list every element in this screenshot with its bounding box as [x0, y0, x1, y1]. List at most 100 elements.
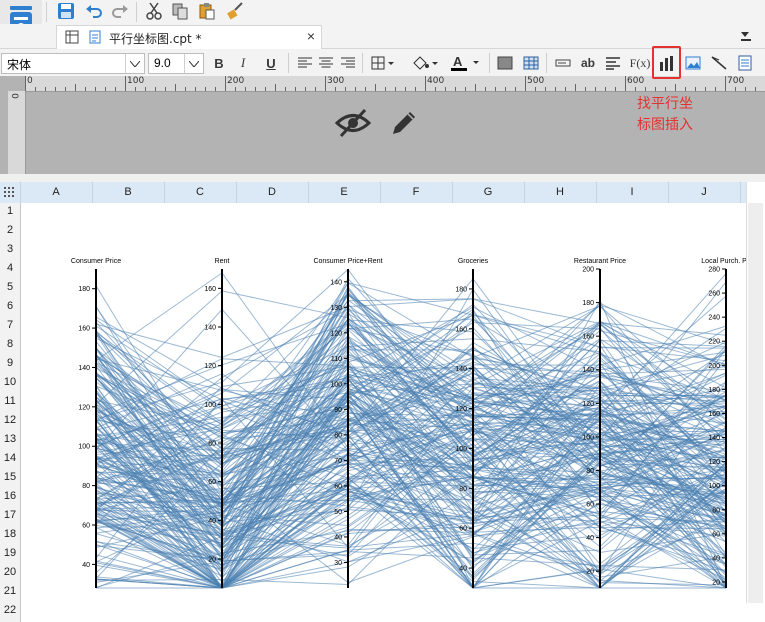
underline-button[interactable]: U [261, 53, 281, 73]
axis-tick-label: 120 [455, 406, 467, 413]
font-color-icon[interactable]: A [448, 53, 482, 73]
axis-tick-label: 140 [204, 325, 216, 332]
row-header-cell[interactable]: 3 [0, 243, 20, 255]
chevron-down-icon[interactable] [184, 54, 203, 73]
axis-tick-label: 180 [78, 286, 90, 293]
sheet-grid[interactable]: Consumer Price 40 60 80 100 120 140 160 180 Rent 2… [21, 203, 746, 622]
axis-tick-label: 280 [708, 267, 720, 274]
row-header-cell[interactable]: 14 [0, 452, 20, 464]
svg-text:A: A [453, 54, 463, 69]
column-header-d[interactable]: D [236, 186, 308, 198]
border-icon[interactable] [369, 53, 399, 73]
parallel-coordinates-chart[interactable]: Consumer Price 40 60 80 100 120 140 160 180 Rent 2… [21, 203, 746, 622]
formula-button[interactable]: F(x) [628, 53, 652, 73]
row-header-cell[interactable]: 9 [0, 357, 20, 369]
column-header-a[interactable]: A [20, 186, 92, 198]
row-header-cell[interactable]: 11 [0, 395, 20, 407]
redo-icon[interactable] [110, 1, 130, 21]
axis-tick-label: 50 [334, 509, 342, 516]
axis-tick-label: 160 [204, 286, 216, 293]
data-lines [95, 268, 727, 589]
edit-icon[interactable] [386, 105, 422, 141]
row-header-cell[interactable]: 19 [0, 547, 20, 559]
grid-view-icon[interactable] [64, 29, 80, 45]
table-icon[interactable] [521, 53, 541, 73]
tab-file[interactable]: 平行坐标图.cpt * × [56, 25, 322, 49]
tab-menu-icon[interactable] [738, 28, 754, 44]
row-header-cell[interactable]: 20 [0, 566, 20, 578]
axis-tick-label: 240 [708, 315, 720, 322]
italic-button[interactable]: I [233, 53, 253, 73]
column-header-h[interactable]: H [524, 186, 596, 198]
align-left-icon[interactable] [295, 53, 315, 73]
slash-icon[interactable] [709, 53, 729, 73]
richtext-icon[interactable] [603, 53, 623, 73]
hide-icon[interactable] [335, 105, 371, 141]
column-header-e[interactable]: E [308, 186, 380, 198]
undo-icon[interactable] [84, 1, 104, 21]
axis-tick-label: 200 [708, 363, 720, 370]
subreport-icon[interactable] [735, 53, 755, 73]
background-icon[interactable] [495, 53, 515, 73]
font-name-select[interactable]: 宋体 [1, 53, 145, 74]
row-header-cell[interactable]: 5 [0, 281, 20, 293]
column-header-g[interactable]: G [452, 186, 524, 198]
close-icon[interactable]: × [307, 28, 315, 44]
axis-tick-label: 80 [712, 507, 720, 514]
ruler-label: 300 [327, 76, 345, 86]
text-label-button[interactable]: ab [578, 53, 598, 73]
row-header-cell[interactable]: 22 [0, 604, 20, 616]
paste-icon[interactable] [197, 1, 217, 21]
column-header-j[interactable]: J [668, 186, 740, 198]
align-right-icon[interactable] [338, 53, 358, 73]
axis-tick-label: 180 [582, 300, 594, 307]
row-header-cell[interactable]: 8 [0, 338, 20, 350]
column-header-c[interactable]: C [164, 186, 236, 198]
axis-tick-label: 140 [78, 365, 90, 372]
row-header-cell[interactable]: 17 [0, 509, 20, 521]
row-header-cell[interactable]: 13 [0, 433, 20, 445]
select-all-icon[interactable] [2, 185, 16, 199]
axis-tick-label: 140 [582, 367, 594, 374]
font-size-select[interactable]: 9.0 [148, 53, 204, 74]
row-header-cell[interactable]: 12 [0, 414, 20, 426]
axis-tick-label: 40 [586, 535, 594, 542]
fill-color-icon[interactable] [409, 53, 441, 73]
column-header-i[interactable]: I [596, 186, 668, 198]
annotation-line-1: 找平行坐 [637, 96, 693, 112]
row-header-cell[interactable]: 10 [0, 376, 20, 388]
row-header-cell[interactable]: 1 [0, 205, 20, 217]
axis-title: Local Purch. Po [701, 258, 746, 265]
sheet-gap [0, 174, 765, 182]
row-header-cell[interactable]: 2 [0, 224, 20, 236]
align-center-icon[interactable] [316, 53, 336, 73]
copy-icon[interactable] [170, 1, 190, 21]
chevron-down-icon[interactable] [125, 54, 144, 73]
row-header-cell[interactable]: 21 [0, 585, 20, 597]
axis-tick-label: 40 [82, 562, 90, 569]
axis-tick-label: 90 [334, 407, 342, 414]
row-header-cell[interactable]: 18 [0, 528, 20, 540]
axis-tick-label: 100 [455, 446, 467, 453]
row-header-cell[interactable]: 6 [0, 300, 20, 312]
axis-tick-label: 120 [582, 401, 594, 408]
cut-icon[interactable] [144, 1, 164, 21]
axis-title: Rent [215, 258, 230, 265]
column-header-f[interactable]: F [380, 186, 452, 198]
scrollbar-track[interactable] [748, 203, 763, 603]
axis-tick-label: 160 [455, 326, 467, 333]
insert-image-icon[interactable] [683, 53, 703, 73]
textbox-icon[interactable] [553, 53, 573, 73]
format-brush-icon[interactable] [225, 1, 245, 21]
row-header-cell[interactable]: 7 [0, 319, 20, 331]
row-header-cell[interactable]: 16 [0, 490, 20, 502]
save-icon[interactable] [56, 1, 76, 21]
axis-tick-label: 40 [334, 534, 342, 541]
bold-button[interactable]: B [209, 53, 229, 73]
axis-tick-label: 100 [330, 381, 342, 388]
row-header-cell[interactable]: 15 [0, 471, 20, 483]
row-header-cell[interactable]: 4 [0, 262, 20, 274]
axis-tick-label: 60 [586, 502, 594, 509]
column-header-b[interactable]: B [92, 186, 164, 198]
font-name-value: 宋体 [7, 58, 32, 72]
